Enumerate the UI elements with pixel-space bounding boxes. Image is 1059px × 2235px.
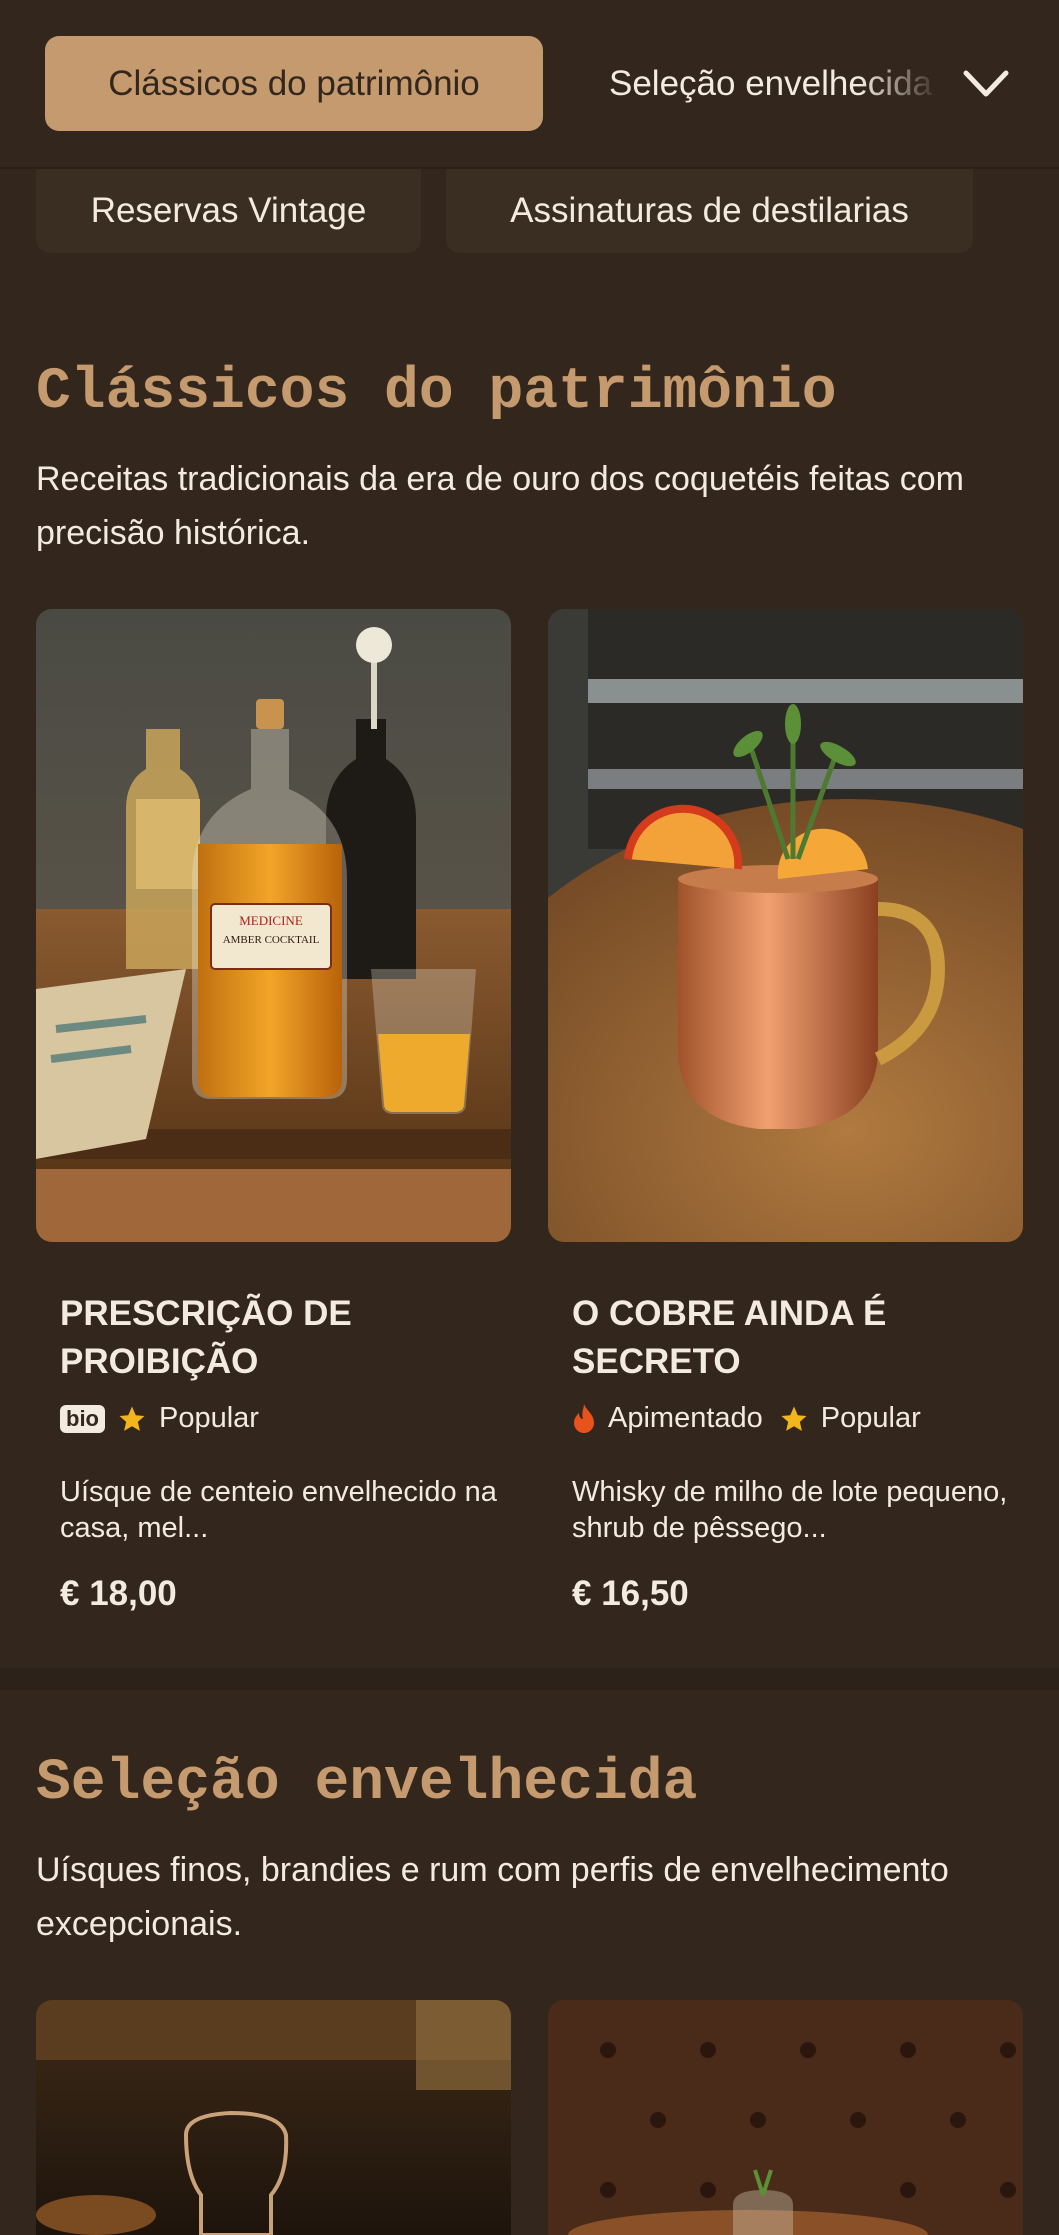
tag-popular: Popular xyxy=(820,1402,921,1434)
product-image-prohibition-prescription[interactable]: MEDICINE AMBER COCKTAIL xyxy=(36,609,511,1242)
chevron-down-icon[interactable] xyxy=(958,58,1014,108)
section-divider xyxy=(0,1668,1059,1690)
product-image-aged-1[interactable] xyxy=(36,2000,511,2235)
bottle-illustration: MEDICINE AMBER COCKTAIL xyxy=(36,609,511,1242)
category-tab-heritage-classics[interactable]: Clássicos do patrimônio xyxy=(45,36,543,131)
product-tags: bio Popular xyxy=(60,1402,259,1435)
product-title[interactable]: PRESCRIÇÃO DE PROIBIÇÃO xyxy=(60,1290,500,1386)
glass-illustration xyxy=(36,2000,511,2235)
tag-spicy: Apimentado xyxy=(608,1402,763,1434)
product-price: € 18,00 xyxy=(60,1574,177,1613)
section-title: Seleção envelhecida xyxy=(36,1751,698,1816)
product-title[interactable]: O COBRE AINDA É SECRETO xyxy=(572,1290,1012,1386)
copper-mug-illustration xyxy=(548,609,1023,1242)
flame-icon xyxy=(574,1403,594,1433)
section-description: Uísques finos, brandies e rum com perfis… xyxy=(36,1851,949,1943)
star-icon xyxy=(119,1406,145,1431)
category-nav: Clássicos do patrimônio Seleção envelhec… xyxy=(0,0,1059,169)
product-tags: Apimentado Popular xyxy=(572,1402,921,1435)
product-description: Whisky de milho de lote pequeno, shrub d… xyxy=(572,1476,1008,1544)
section-title: Clássicos do patrimônio xyxy=(36,360,837,425)
nav-fade-overlay xyxy=(860,40,960,128)
category-tab-vintage-reserves[interactable]: Reservas Vintage xyxy=(36,169,421,253)
star-icon xyxy=(781,1406,807,1431)
section-description: Receitas tradicionais da era de ouro dos… xyxy=(36,460,964,552)
category-tab-distillery-signatures[interactable]: Assinaturas de destilarias xyxy=(446,169,973,253)
product-image-copper-still-secret[interactable] xyxy=(548,609,1023,1242)
product-description: Uísque de centeio envelhecido na casa, m… xyxy=(60,1476,497,1544)
product-price: € 16,50 xyxy=(572,1574,689,1613)
bottle-label-line1: MEDICINE xyxy=(239,913,303,928)
bio-badge: bio xyxy=(60,1404,105,1433)
leather-chair-illustration xyxy=(548,2000,1023,2235)
tag-popular: Popular xyxy=(159,1402,259,1434)
product-image-aged-2[interactable] xyxy=(548,2000,1023,2235)
bottle-label-line2: AMBER COCKTAIL xyxy=(223,934,320,946)
